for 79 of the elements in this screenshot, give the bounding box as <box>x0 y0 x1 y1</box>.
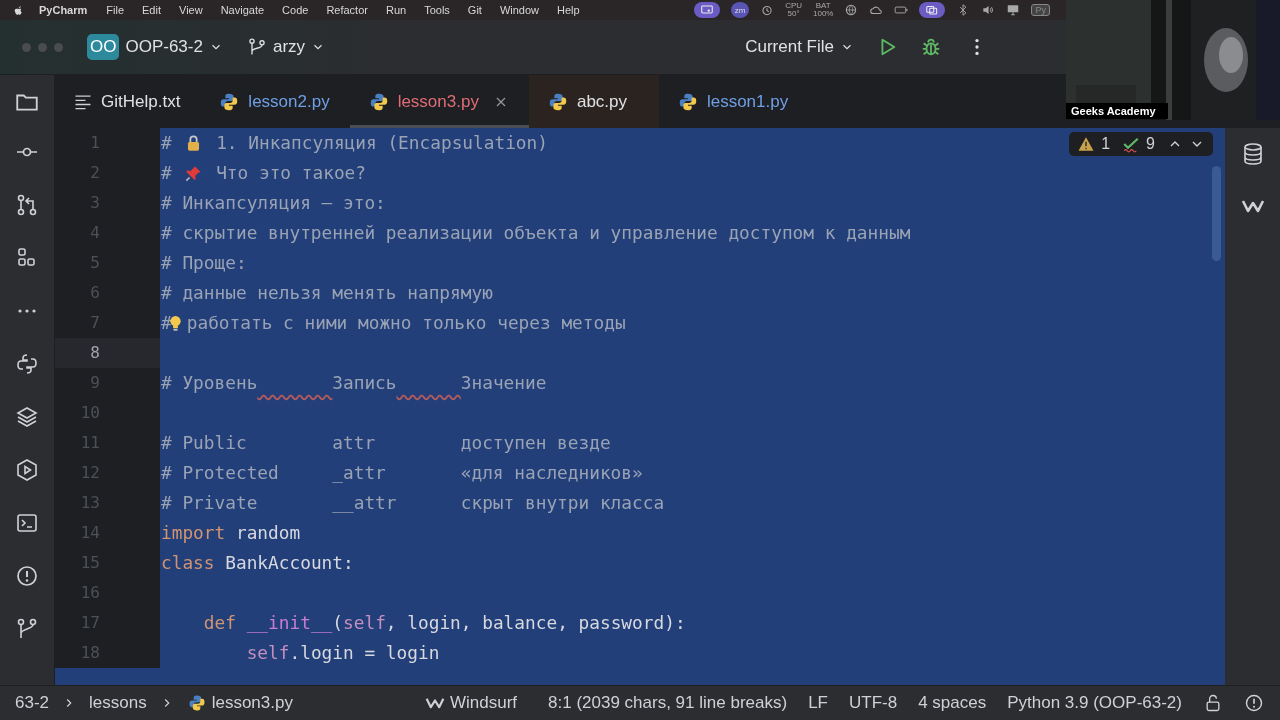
status-item[interactable]: 4 spaces <box>918 693 987 713</box>
app-menu[interactable]: PyCharm <box>25 4 98 16</box>
scrollbar[interactable] <box>1212 166 1221 261</box>
apple-icon[interactable] <box>12 3 25 17</box>
menu-item[interactable]: View <box>170 4 212 16</box>
app-badge[interactable]: zm <box>731 2 750 18</box>
code-text: Что это такое? <box>215 161 366 185</box>
alert-icon[interactable] <box>1244 693 1264 713</box>
menu-item[interactable]: Edit <box>133 4 170 16</box>
branch-icon[interactable] <box>15 617 39 641</box>
project-selector[interactable]: OOP-63-2 <box>119 33 229 61</box>
code-text: # <box>161 131 173 155</box>
code-line: # скрытие внутренней реализации объекта и управление доступом к данным <box>160 221 911 245</box>
display-icon[interactable] <box>1006 3 1021 17</box>
run-config-selector[interactable]: Current File <box>739 33 860 61</box>
editor-tab[interactable]: lesson1.py <box>658 75 809 128</box>
screen-icon <box>700 3 715 17</box>
line-number: 8 <box>55 338 160 368</box>
warning-icon <box>1077 135 1096 153</box>
editor-tab[interactable]: GitHelp.txt <box>55 75 201 128</box>
code-line: self.login = login <box>245 641 440 665</box>
breadcrumb[interactable]: lessons <box>86 693 150 713</box>
code-text: работать с ними можно только через методы <box>186 311 626 335</box>
bug-icon[interactable] <box>920 36 942 58</box>
play-hexagon-icon[interactable] <box>15 458 39 482</box>
menu-item[interactable]: Git <box>458 4 491 16</box>
video-caption: Geeks Academy <box>1066 103 1168 119</box>
breadcrumb[interactable]: lesson3.py <box>183 693 296 713</box>
code-text: # <box>161 161 173 185</box>
code-line: # Уровень Запись Значение <box>160 371 547 395</box>
windows-button[interactable] <box>919 2 946 18</box>
editor-tab[interactable]: lesson2.py <box>200 75 350 128</box>
windows-icon <box>925 3 940 17</box>
code-text: 1. Инкапсуляция (Encapsulation) <box>215 131 548 155</box>
code-line: # Проще: <box>160 251 247 275</box>
code-line: # Инкапсуляция — это: <box>160 191 386 215</box>
check-icon <box>1122 135 1141 153</box>
menu-item[interactable]: File <box>97 4 134 16</box>
editor-tab[interactable]: lesson3.py <box>349 75 529 128</box>
battery-icon[interactable] <box>894 3 909 17</box>
terminal-icon[interactable] <box>15 511 39 535</box>
status-item[interactable]: LF <box>808 693 828 713</box>
menu-item[interactable]: Tools <box>415 4 459 16</box>
warning-count: 1 <box>1101 135 1111 153</box>
code-line: # Public attr доступен везде <box>160 431 611 455</box>
breadcrumb[interactable]: 63-2 <box>12 693 53 713</box>
python-icon[interactable] <box>15 352 39 376</box>
windsurf-widget[interactable]: Windsurf <box>424 693 518 713</box>
editor-tab[interactable]: abc.py <box>528 75 659 128</box>
code-text: # <box>161 311 172 335</box>
menu-item[interactable]: Help <box>548 4 589 16</box>
inspection-widget[interactable]: 1 9 <box>1069 132 1213 156</box>
volume-icon[interactable] <box>981 3 996 17</box>
code-line: class BankAccount: <box>160 551 354 575</box>
menu-item[interactable]: Window <box>490 4 548 16</box>
timer-icon[interactable] <box>760 3 775 17</box>
status-reading: CPU 50° <box>785 2 802 18</box>
screen-button[interactable] <box>694 2 721 18</box>
code-line: def __init__(self, login, balance, password): <box>202 611 686 635</box>
code-line: import random <box>160 521 301 545</box>
status-item[interactable]: UTF-8 <box>848 693 898 713</box>
menu-item[interactable]: Code <box>273 4 318 16</box>
menu-item[interactable]: Refactor <box>317 4 377 16</box>
menu-item[interactable]: Run <box>376 4 416 16</box>
status-reading: BAT 100% <box>813 2 834 18</box>
branch-icon <box>246 37 267 57</box>
code-line: # Private __attr скрыт внутри класса <box>160 491 665 515</box>
branch-selector[interactable]: arzy <box>266 33 332 61</box>
typo-count: 9 <box>1146 135 1155 153</box>
alert-icon[interactable] <box>15 564 39 588</box>
status-item[interactable]: 8:1 (2039 chars, 91 line breaks) <box>548 693 788 713</box>
layers-icon[interactable] <box>15 405 39 429</box>
project-badge: OO <box>87 34 120 60</box>
pull-request-icon[interactable] <box>15 193 39 217</box>
menu-item[interactable]: Navigate <box>211 4 274 16</box>
code-line: # Protected _attr «для наследников» <box>160 461 643 485</box>
status-item[interactable]: Python 3.9 (OOP-63-2) <box>1007 693 1182 713</box>
globe-icon[interactable] <box>844 3 859 17</box>
code-line: # данные нельзя менять напрямую <box>160 281 493 305</box>
